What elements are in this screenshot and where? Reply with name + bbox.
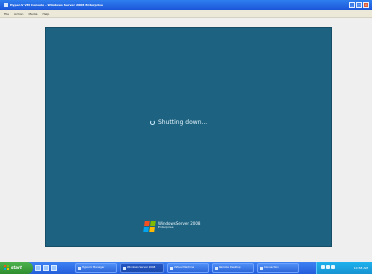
- show-desktop-icon[interactable]: [35, 265, 41, 271]
- tray-icons: [321, 265, 335, 269]
- minimize-button[interactable]: _: [349, 2, 355, 8]
- security-icon[interactable]: [331, 265, 335, 269]
- maximize-button[interactable]: □: [356, 2, 362, 8]
- quick-launch: [35, 264, 69, 272]
- windows-logo-icon: [143, 221, 156, 232]
- task-button-label: Hyper-V Manager: [82, 266, 105, 269]
- brand-edition: Enterprise: [158, 225, 174, 230]
- task-button-label: Connection: [264, 266, 279, 269]
- taskbar: start Hyper-V Manager Windows Server 200…: [0, 262, 372, 274]
- windows-server-brand: WindowsServer 2008 Enterprise: [143, 221, 200, 232]
- explorer-icon[interactable]: [51, 265, 57, 271]
- menu-bar: File Action Media Help: [0, 10, 372, 18]
- task-button[interactable]: Connection: [257, 263, 299, 273]
- app-icon: [4, 3, 8, 7]
- close-button[interactable]: ×: [363, 2, 369, 8]
- task-button-label: Windows Server 2008: [127, 266, 156, 269]
- clock: 10:58 AM: [353, 266, 368, 270]
- menu-item-media[interactable]: Media: [28, 12, 37, 16]
- volume-icon[interactable]: [326, 265, 330, 269]
- window-title: Hyper-V VM Console - Windows Server 2008…: [10, 3, 103, 7]
- vm-console-window: Hyper-V VM Console - Windows Server 2008…: [0, 0, 372, 262]
- start-label: start: [11, 265, 22, 270]
- shutdown-status: Shutting down...: [150, 119, 207, 126]
- network-icon[interactable]: [321, 265, 325, 269]
- brand-text: WindowsServer 2008 Enterprise: [158, 221, 200, 230]
- start-button[interactable]: start: [0, 262, 33, 274]
- system-tray: 10:58 AM: [316, 262, 372, 274]
- menu-item-action[interactable]: Action: [14, 12, 23, 16]
- shutdown-text: Shutting down...: [158, 119, 208, 126]
- loading-spinner-icon: [150, 120, 155, 125]
- windows-start-icon: [4, 265, 9, 270]
- title-bar: Hyper-V VM Console - Windows Server 2008…: [0, 0, 372, 10]
- browser-icon[interactable]: [43, 265, 49, 271]
- task-button[interactable]: Virtual Machine: [167, 263, 209, 273]
- virtual-machine-screen[interactable]: Shutting down... WindowsServer 2008 Ente…: [45, 27, 332, 247]
- task-button[interactable]: Remote Desktop: [212, 263, 254, 273]
- task-button[interactable]: Hyper-V Manager: [75, 263, 117, 273]
- window-controls: _ □ ×: [349, 2, 369, 8]
- task-button[interactable]: Windows Server 2008: [120, 263, 164, 273]
- task-button-label: Virtual Machine: [174, 266, 195, 269]
- menu-item-file[interactable]: File: [4, 12, 9, 16]
- menu-item-help[interactable]: Help: [42, 12, 49, 16]
- taskbar-buttons: Hyper-V Manager Windows Server 2008 Virt…: [75, 263, 310, 273]
- task-button-label: Remote Desktop: [219, 266, 241, 269]
